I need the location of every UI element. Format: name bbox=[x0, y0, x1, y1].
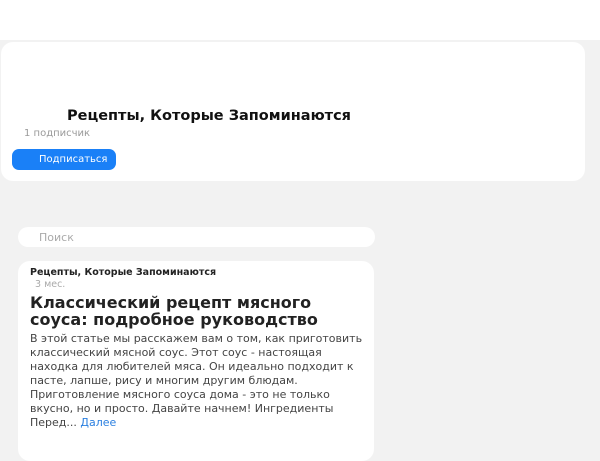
search-input[interactable] bbox=[18, 227, 375, 247]
read-more-link[interactable]: Далее bbox=[80, 416, 116, 429]
article-excerpt: В этой статье мы расскажем вам о том, ка… bbox=[30, 332, 370, 430]
excerpt-text: В этой статье мы расскажем вам о том, ка… bbox=[30, 332, 363, 429]
article-author[interactable]: Рецепты, Которые Запоминаются bbox=[30, 267, 216, 278]
subscriber-count: 1 подписчик bbox=[24, 128, 91, 139]
article-card[interactable]: Рецепты, Которые Запоминаются 3 мес. Кла… bbox=[18, 261, 374, 461]
article-title[interactable]: Классический рецепт мясного соуса: подро… bbox=[30, 294, 370, 328]
channel-title: Рецепты, Которые Запоминаются bbox=[67, 108, 351, 124]
article-time: 3 мес. bbox=[35, 279, 66, 290]
subscribe-button[interactable]: Подписаться bbox=[12, 149, 116, 170]
channel-header: Рецепты, Которые Запоминаются 1 подписчи… bbox=[1, 42, 585, 181]
top-bar bbox=[0, 0, 600, 40]
